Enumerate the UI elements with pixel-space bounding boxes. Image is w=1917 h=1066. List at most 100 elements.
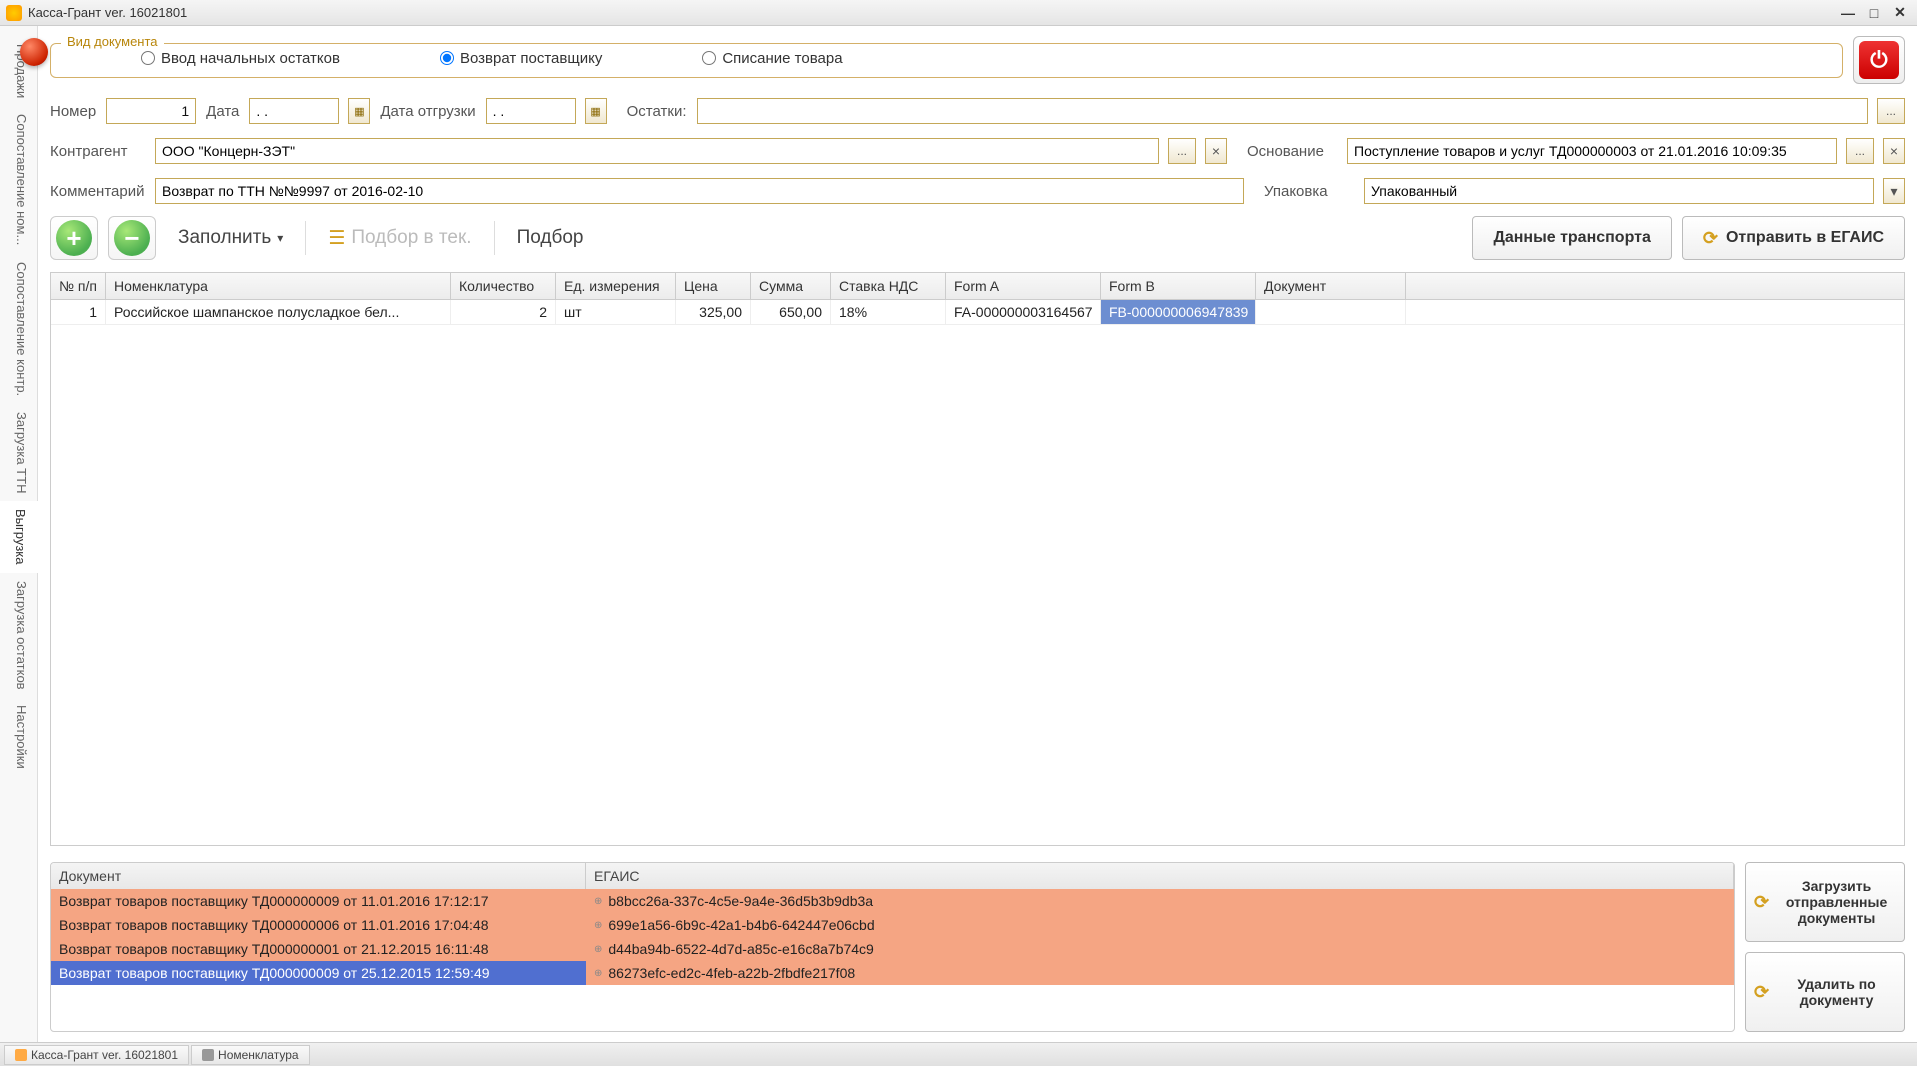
date-input[interactable]: . . <box>249 98 339 124</box>
app-icon <box>6 5 22 21</box>
close-button[interactable]: ✕ <box>1889 4 1911 22</box>
comment-label: Комментарий <box>50 183 145 200</box>
grid-header-0[interactable]: № п/п <box>51 273 106 299</box>
document-cell[interactable]: Возврат товаров поставщику ТД000000009 о… <box>51 961 586 985</box>
remove-row-button[interactable]: − <box>108 216 156 260</box>
egais-cell[interactable]: ⊕699e1a56-6b9c-42a1-b4b6-642447e06cbd <box>586 913 1734 937</box>
date-label: Дата <box>206 103 239 120</box>
document-cell[interactable]: Возврат товаров поставщику ТД000000006 о… <box>51 913 586 937</box>
pick-button[interactable]: Подбор <box>505 220 596 256</box>
grid-header-9[interactable]: Документ <box>1256 273 1406 299</box>
egais-cell[interactable]: ⊕b8bcc26a-337c-4c5e-9a4e-36d5b3b9db3a <box>586 889 1734 913</box>
refresh-icon: ⟳ <box>1754 982 1769 1003</box>
transport-data-button[interactable]: Данные транспорта <box>1472 216 1671 260</box>
grid-header-5[interactable]: Сумма <box>751 273 831 299</box>
number-input[interactable]: 1 <box>106 98 196 124</box>
maximize-button[interactable]: □ <box>1863 4 1885 22</box>
table-cell[interactable]: 325,00 <box>676 300 751 324</box>
taskbar-item-nom[interactable]: Номенклатура <box>191 1045 310 1065</box>
pick-current-button[interactable]: ☰Подбор в тек. <box>316 220 483 256</box>
status-indicator-icon <box>20 38 48 66</box>
grid-header-6[interactable]: Ставка НДС <box>831 273 946 299</box>
table-cell[interactable] <box>1256 300 1406 324</box>
packaging-select[interactable]: Упакованный <box>1364 178 1874 204</box>
basis-input[interactable]: Поступление товаров и услуг ТД000000003 … <box>1347 138 1837 164</box>
document-cell[interactable]: Возврат товаров поставщику ТД000000009 о… <box>51 889 586 913</box>
documents-grid[interactable]: Документ ЕГАИС Возврат товаров поставщик… <box>50 862 1735 1032</box>
taskbar-item-main[interactable]: Касса-Грант ver. 16021801 <box>4 1045 189 1065</box>
radio-return-supplier[interactable]: Возврат поставщику <box>440 50 602 67</box>
grid-header-7[interactable]: Form A <box>946 273 1101 299</box>
table-cell[interactable]: шт <box>556 300 676 324</box>
expand-icon[interactable]: ⊕ <box>594 896 602 907</box>
egais-cell[interactable]: ⊕d44ba94b-6522-4d7d-a85c-e16c8a7b74c9 <box>586 937 1734 961</box>
document-cell[interactable]: Возврат товаров поставщику ТД000000001 о… <box>51 937 586 961</box>
expand-icon[interactable]: ⊕ <box>594 968 602 979</box>
table-cell[interactable]: Российское шампанское полусладкое бел... <box>106 300 451 324</box>
sidebar-tab-load-ttn[interactable]: Загрузка ТТН <box>0 404 37 501</box>
grid-header-1[interactable]: Номенклатура <box>106 273 451 299</box>
document-row[interactable]: Возврат товаров поставщику ТД000000001 о… <box>51 937 1734 961</box>
contractor-select-button[interactable]: ... <box>1168 138 1196 164</box>
expand-icon[interactable]: ⊕ <box>594 944 602 955</box>
egais-cell[interactable]: ⊕86273efc-ed2c-4feb-a22b-2fbdfe217f08 <box>586 961 1734 985</box>
doc-type-fieldset: Вид документа Ввод начальных остатков Во… <box>50 43 1843 78</box>
grid-header-8[interactable]: Form B <box>1101 273 1256 299</box>
radio-initial-balances[interactable]: Ввод начальных остатков <box>141 50 340 67</box>
power-button[interactable]: ⏻ <box>1853 36 1905 84</box>
comment-input[interactable]: Возврат по ТТН №№9997 от 2016-02-10 <box>155 178 1244 204</box>
sidebar-tab-export[interactable]: Выгрузка <box>0 501 38 573</box>
contractor-clear-button[interactable]: × <box>1205 138 1227 164</box>
remains-label: Остатки: <box>627 103 687 120</box>
refresh-icon: ⟳ <box>1754 892 1769 913</box>
table-cell[interactable]: 2 <box>451 300 556 324</box>
date-calendar-icon[interactable]: ▦ <box>348 98 370 124</box>
grid-header-2[interactable]: Количество <box>451 273 556 299</box>
plus-icon: + <box>56 220 92 256</box>
refresh-icon: ⟳ <box>1703 228 1718 249</box>
fill-button[interactable]: Заполнить▾ <box>166 220 295 256</box>
docs-header-document: Документ <box>51 863 586 889</box>
sidebar-tab-settings[interactable]: Настройки <box>0 697 37 777</box>
sidebar-tab-load-remains[interactable]: Загрузка остатков <box>0 573 37 698</box>
ship-date-label: Дата отгрузки <box>380 103 475 120</box>
minimize-button[interactable]: — <box>1837 4 1859 22</box>
basis-label: Основание <box>1247 143 1337 160</box>
sidebar-tab-match-contr[interactable]: Сопоставление контр. <box>0 254 37 404</box>
table-cell[interactable]: 18% <box>831 300 946 324</box>
basis-clear-button[interactable]: × <box>1883 138 1905 164</box>
document-row[interactable]: Возврат товаров поставщику ТД000000006 о… <box>51 913 1734 937</box>
sidebar-tab-match-nom[interactable]: Сопоставление ном... <box>0 106 37 253</box>
doc-type-legend: Вид документа <box>61 34 164 49</box>
table-cell[interactable]: FB-000000006947839 <box>1101 300 1256 324</box>
document-row[interactable]: Возврат товаров поставщику ТД000000009 о… <box>51 961 1734 985</box>
delete-by-document-button[interactable]: ⟳Удалить по документу <box>1745 952 1905 1032</box>
packaging-label: Упаковка <box>1264 183 1354 200</box>
basis-select-button[interactable]: ... <box>1846 138 1874 164</box>
send-egais-button[interactable]: ⟳Отправить в ЕГАИС <box>1682 216 1905 260</box>
table-row[interactable]: 1Российское шампанское полусладкое бел..… <box>51 300 1904 325</box>
add-row-button[interactable]: + <box>50 216 98 260</box>
power-icon: ⏻ <box>1859 41 1899 79</box>
packaging-dropdown-button[interactable]: ▾ <box>1883 178 1905 204</box>
radio-writeoff[interactable]: Списание товара <box>702 50 842 67</box>
grid-header-3[interactable]: Ед. измерения <box>556 273 676 299</box>
remains-select-button[interactable]: ... <box>1877 98 1905 124</box>
items-grid[interactable]: № п/пНоменклатураКоличествоЕд. измерения… <box>50 272 1905 846</box>
ship-date-input[interactable]: . . <box>486 98 576 124</box>
contractor-input[interactable]: ООО "Концерн-ЗЭТ" <box>155 138 1159 164</box>
number-label: Номер <box>50 103 96 120</box>
document-row[interactable]: Возврат товаров поставщику ТД000000009 о… <box>51 889 1734 913</box>
titlebar: Касса-Грант ver. 16021801 — □ ✕ <box>0 0 1917 26</box>
ship-date-calendar-icon[interactable]: ▦ <box>585 98 607 124</box>
task-icon <box>202 1049 214 1061</box>
table-cell[interactable]: 650,00 <box>751 300 831 324</box>
grid-header-4[interactable]: Цена <box>676 273 751 299</box>
table-cell[interactable]: 1 <box>51 300 106 324</box>
table-cell[interactable]: FA-000000003164567 <box>946 300 1101 324</box>
load-sent-documents-button[interactable]: ⟳Загрузить отправленные документы <box>1745 862 1905 942</box>
expand-icon[interactable]: ⊕ <box>594 920 602 931</box>
minus-icon: − <box>114 220 150 256</box>
docs-header-egais: ЕГАИС <box>586 863 1734 889</box>
remains-input[interactable] <box>697 98 1869 124</box>
